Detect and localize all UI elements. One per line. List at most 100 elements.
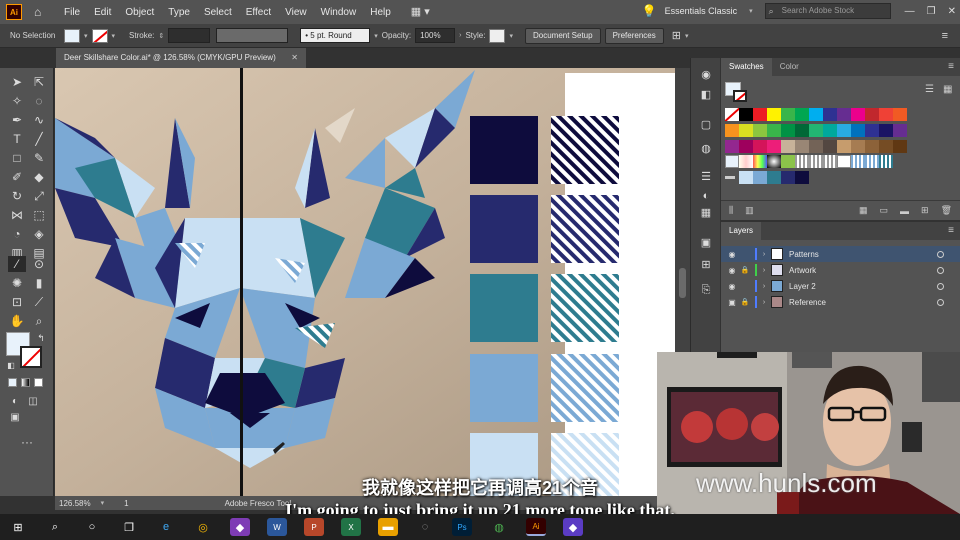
close-icon[interactable]: ✕: [948, 6, 956, 17]
rectangle-tool-icon[interactable]: □: [8, 150, 26, 166]
swatch-color[interactable]: [893, 140, 907, 153]
swatch-color[interactable]: [865, 108, 879, 121]
swatch-color[interactable]: [879, 140, 893, 153]
swatch-options-icon[interactable]: ▦: [859, 205, 868, 216]
zoom-level[interactable]: 126.58%: [59, 499, 91, 508]
menu-view[interactable]: View: [285, 7, 307, 18]
chrome-icon[interactable]: ◎: [193, 518, 213, 536]
target-circle-icon[interactable]: [937, 250, 944, 258]
asset-export-icon[interactable]: ⎘: [698, 284, 714, 298]
word-icon[interactable]: W: [267, 518, 287, 536]
swatch-color[interactable]: [739, 140, 753, 153]
swatch-color[interactable]: [725, 124, 739, 137]
variable-width-profile[interactable]: [216, 28, 289, 43]
swatch-color[interactable]: [837, 124, 851, 137]
graphic-styles-icon[interactable]: ◍: [698, 142, 714, 156]
chevron-down-icon[interactable]: ▾: [112, 32, 116, 40]
swatch-color[interactable]: [725, 108, 739, 121]
shaper-tool-icon[interactable]: ✐: [8, 169, 26, 185]
swatch-palette-5[interactable]: [795, 171, 809, 184]
swatch-color[interactable]: [823, 108, 837, 121]
panel-menu-icon[interactable]: ≡: [948, 225, 954, 236]
swatch-color[interactable]: [739, 108, 753, 121]
grid-view-icon[interactable]: ▦: [943, 84, 952, 95]
visibility-eye-icon[interactable]: ◉: [725, 250, 739, 259]
swatch-pattern[interactable]: [879, 155, 893, 168]
canvas[interactable]: [55, 68, 675, 496]
menu-type[interactable]: Type: [168, 7, 190, 18]
chevron-down-icon[interactable]: ▾: [509, 32, 513, 40]
line-tool-icon[interactable]: ╱: [30, 131, 48, 147]
none-mode-icon[interactable]: [34, 378, 43, 387]
swatch-color[interactable]: [879, 124, 893, 137]
swatch-color[interactable]: [823, 140, 837, 153]
chevron-down-icon[interactable]: ▾: [84, 32, 88, 40]
graph-tool-icon[interactable]: ▮: [30, 275, 48, 291]
home-icon[interactable]: ⌂: [34, 5, 48, 19]
tab-layers[interactable]: Layers: [721, 222, 762, 240]
color-mode-icon[interactable]: [8, 378, 17, 387]
eraser-icon[interactable]: ◆: [30, 169, 48, 185]
swatch-pattern[interactable]: [809, 155, 823, 168]
draw-mode-icon[interactable]: ◐: [6, 394, 24, 410]
slice-tool-icon[interactable]: ⟋: [30, 294, 48, 310]
artboard-nav[interactable]: 1: [124, 499, 128, 508]
layer-name[interactable]: Patterns: [789, 250, 937, 259]
more-tools-icon[interactable]: ···: [18, 434, 36, 450]
app-icon[interactable]: ◆: [563, 518, 583, 536]
align-icon[interactable]: ⊞: [672, 29, 681, 42]
lasso-icon[interactable]: ◌: [30, 93, 48, 109]
eyedropper-icon[interactable]: ⁄: [8, 256, 26, 272]
stroke-color-box[interactable]: [20, 346, 42, 368]
task-view-icon[interactable]: ❐: [119, 518, 139, 536]
chevron-down-icon[interactable]: ▾: [685, 32, 689, 40]
swatch-color[interactable]: [781, 140, 795, 153]
swatch-pattern[interactable]: [837, 155, 851, 168]
graphic-style-swatch[interactable]: [489, 28, 506, 43]
hand-tool-icon[interactable]: ✋: [8, 313, 26, 329]
stock-search-input[interactable]: ⌕ Search Adobe Stock: [764, 3, 891, 19]
expand-triangle-icon[interactable]: ›: [759, 267, 769, 274]
blend-tool-icon[interactable]: ⊙: [30, 256, 48, 272]
app-icon[interactable]: ◍: [489, 518, 509, 536]
swatch-color[interactable]: [739, 124, 753, 137]
selection-tool-icon[interactable]: ➤: [8, 74, 26, 90]
app-icon[interactable]: ◆: [230, 518, 250, 536]
target-circle-icon[interactable]: [937, 282, 944, 290]
swatch-pattern[interactable]: [823, 155, 837, 168]
menu-window[interactable]: Window: [321, 7, 357, 18]
new-swatch-icon[interactable]: ⊞: [921, 205, 929, 216]
cortana-icon[interactable]: ○: [82, 518, 102, 536]
document-setup-button[interactable]: Document Setup: [524, 27, 601, 44]
type-tool-icon[interactable]: T: [8, 131, 26, 147]
swatch-palette-4[interactable]: [781, 171, 795, 184]
show-kinds-icon[interactable]: ▥: [745, 205, 754, 216]
file-explorer-icon[interactable]: ▬: [378, 518, 398, 536]
stroke-swatch[interactable]: [91, 28, 108, 43]
swatch-color[interactable]: [753, 140, 767, 153]
swatch-pattern[interactable]: [865, 155, 879, 168]
symbol-sprayer-icon[interactable]: ✺: [8, 275, 26, 291]
chevron-down-icon[interactable]: ▾: [374, 32, 378, 40]
color-icon[interactable]: ◧: [698, 88, 714, 102]
search-icon[interactable]: ⌕: [45, 518, 65, 536]
swatch-color[interactable]: [851, 108, 865, 121]
layer-row-layer2[interactable]: ◉ › Layer 2: [721, 278, 960, 294]
swap-fill-stroke-icon[interactable]: ↰: [32, 330, 50, 346]
visibility-eye-icon[interactable]: ◉: [725, 282, 739, 291]
swatch-color[interactable]: [851, 140, 865, 153]
menu-edit[interactable]: Edit: [94, 7, 111, 18]
app-icon[interactable]: ◌: [415, 518, 435, 536]
swatch-color[interactable]: [767, 108, 781, 121]
visibility-eye-icon[interactable]: ◉: [725, 266, 739, 275]
swatch-color[interactable]: [893, 108, 907, 121]
swatch-color[interactable]: [795, 140, 809, 153]
layer-name[interactable]: Reference: [789, 298, 937, 307]
width-tool-icon[interactable]: ⋈: [8, 207, 26, 223]
scale-tool-icon[interactable]: ⤢: [30, 188, 48, 204]
excel-icon[interactable]: X: [341, 518, 361, 536]
workspace-switcher[interactable]: Essentials Classic: [665, 6, 738, 16]
expand-triangle-icon[interactable]: ›: [759, 251, 769, 258]
swatch-color[interactable]: [795, 124, 809, 137]
swatch-pattern[interactable]: [781, 155, 795, 168]
